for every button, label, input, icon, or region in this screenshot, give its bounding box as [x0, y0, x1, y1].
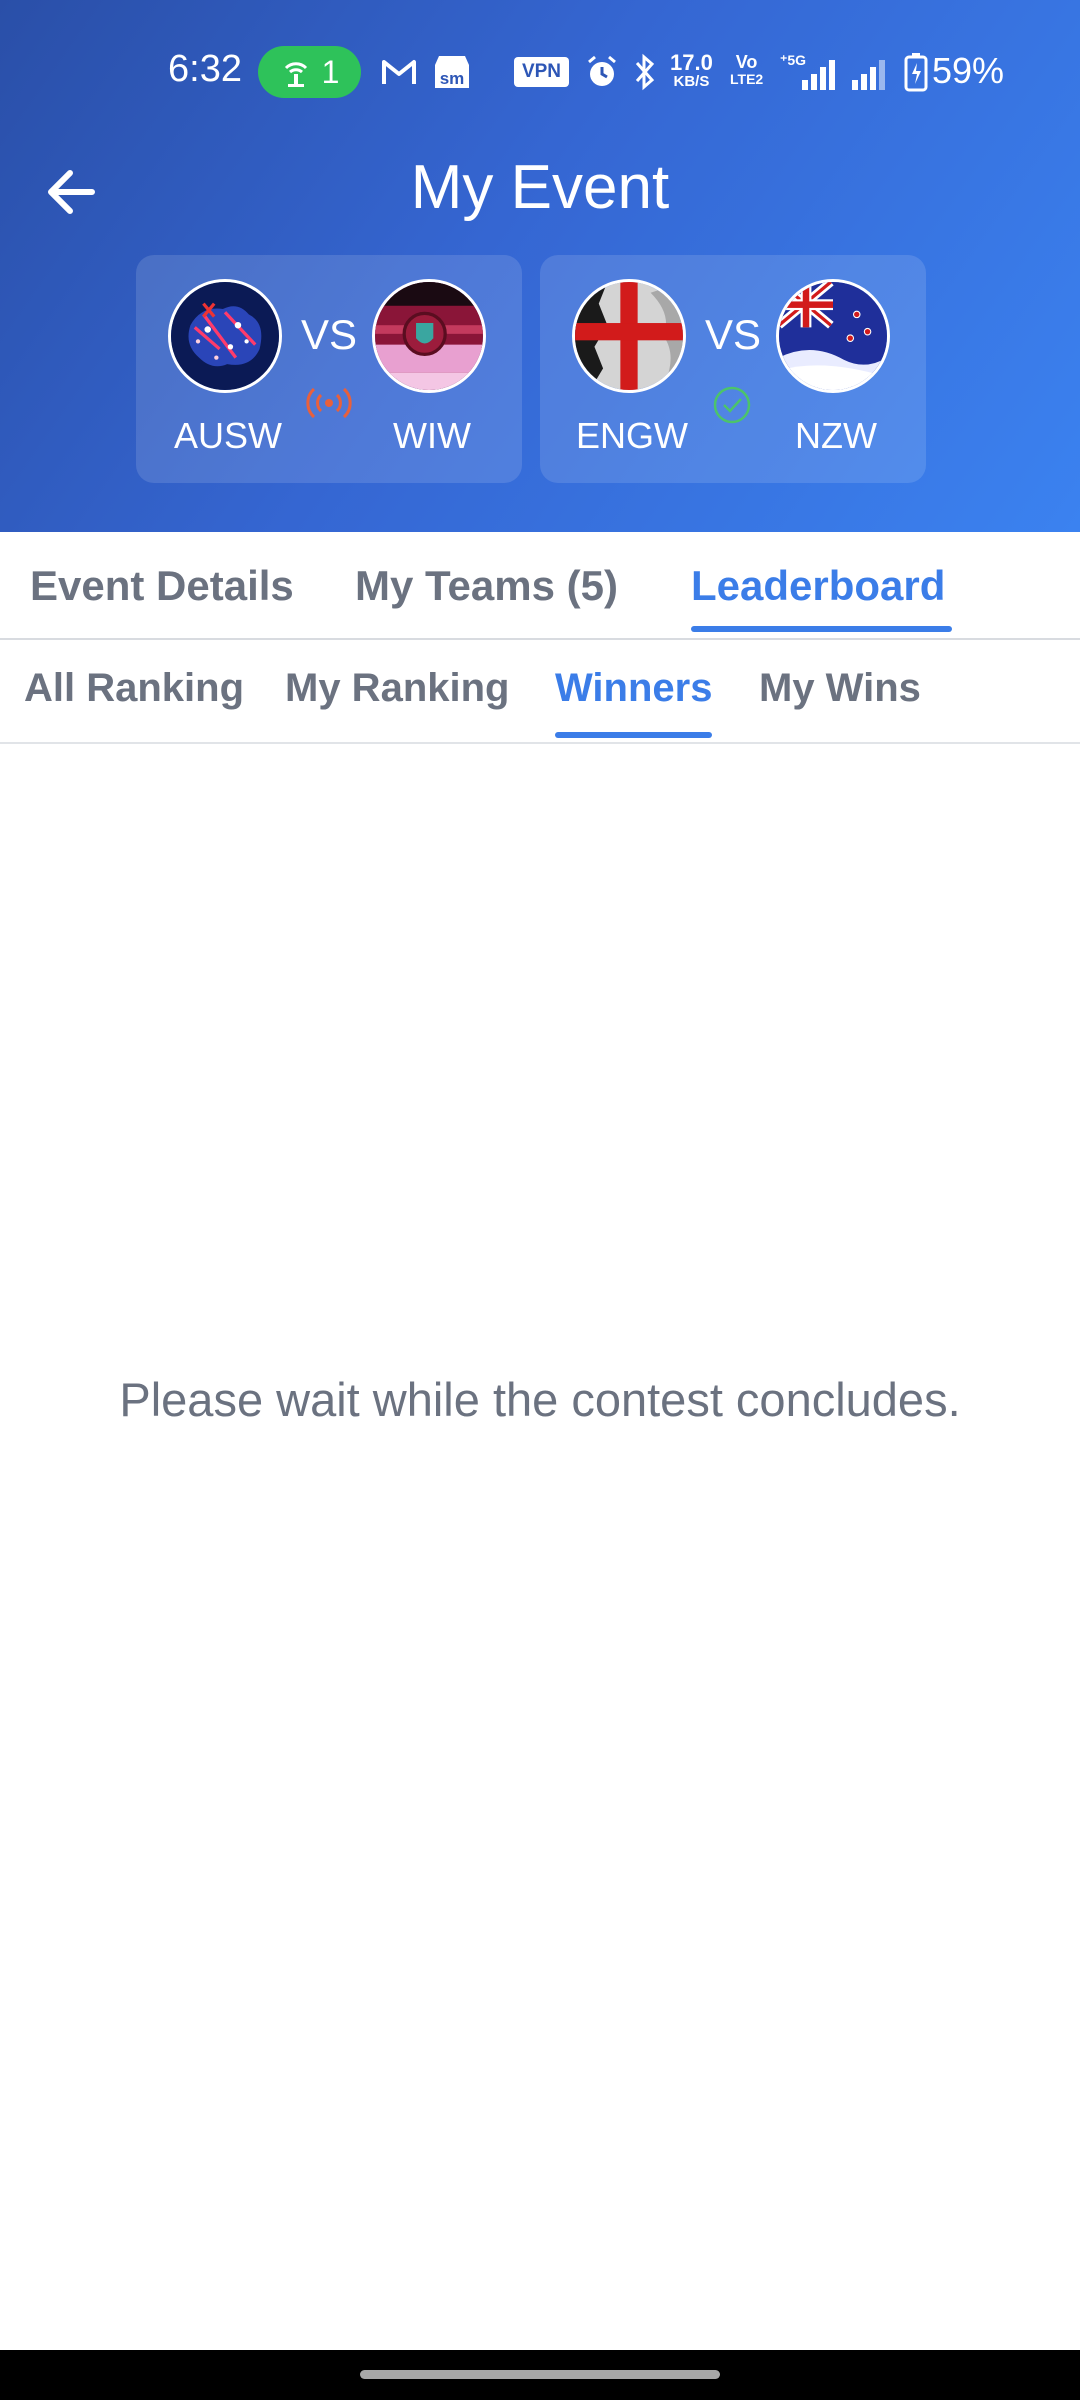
team-name: NZW [795, 415, 877, 456]
store-icon: sm [432, 52, 472, 92]
hotspot-icon [284, 62, 307, 87]
hotspot-count: 1 [321, 53, 340, 90]
west-indies-flag-icon [372, 279, 486, 393]
event-header: 6:32 1 sm VPN 17.0 KB/S Vo LTE2 ⁺5G 59% … [0, 0, 1080, 532]
match-card-eng-vs-nz[interactable]: VS ENGW NZW [540, 255, 926, 483]
team-name: AUSW [174, 415, 282, 456]
speed-value: 17.0 [670, 50, 713, 75]
live-broadcast-icon [303, 383, 355, 428]
tab-my-wins[interactable]: My Wins [759, 666, 921, 711]
svg-text:sm: sm [440, 69, 465, 88]
tab-leaderboard[interactable]: Leaderboard [691, 562, 945, 610]
vs-label: VS [300, 311, 358, 358]
tab-event-details[interactable]: Event Details [30, 562, 294, 610]
match-card-aus-vs-wi[interactable]: VS AUSW WIW [136, 255, 522, 483]
network-speed: 17.0 KB/S [670, 52, 713, 92]
tab-my-ranking[interactable]: My Ranking [285, 666, 509, 711]
team-name: ENGW [576, 415, 688, 456]
active-subtab-indicator [555, 732, 712, 738]
new-zealand-flag-icon [776, 279, 890, 393]
tab-my-teams[interactable]: My Teams (5) [355, 562, 618, 610]
status-time: 6:32 [168, 48, 242, 90]
signal-sim2-icon [850, 52, 896, 92]
hotspot-indicator[interactable]: 1 [258, 46, 361, 98]
empty-state-message: Please wait while the contest concludes. [119, 1373, 961, 1426]
tab-winners[interactable]: Winners [555, 666, 712, 711]
team-name: WIW [393, 415, 471, 456]
tab-all-ranking[interactable]: All Ranking [24, 666, 244, 711]
main-tab-bar: Event Details My Teams (5) Leaderboard [0, 532, 1080, 640]
volte-bottom: LTE2 [730, 71, 764, 87]
vs-label: VS [704, 311, 762, 358]
australia-flag-icon [168, 279, 282, 393]
check-circle-icon [712, 385, 752, 430]
gmail-icon [381, 52, 417, 92]
status-bar: 6:32 1 sm VPN 17.0 KB/S Vo LTE2 ⁺5G 59% [0, 0, 1080, 145]
sub-tab-bar: All Ranking My Ranking Winners My Wins [0, 640, 1080, 744]
battery-percent: 59% [932, 50, 1005, 91]
battery-icon [904, 52, 928, 92]
volte-top: Vo [735, 52, 758, 72]
system-nav-bar [0, 2350, 1080, 2400]
svg-text:⁺5G: ⁺5G [780, 52, 806, 68]
bluetooth-icon [632, 52, 658, 92]
vpn-badge: VPN [514, 57, 569, 87]
volte-indicator: Vo LTE2 [730, 52, 764, 94]
page-title: My Event [410, 153, 670, 222]
active-tab-indicator [691, 626, 952, 632]
alarm-icon [584, 52, 620, 92]
signal-5g-icon: ⁺5G [778, 52, 840, 92]
home-gesture-handle[interactable] [360, 2370, 720, 2379]
england-flag-icon [572, 279, 686, 393]
speed-unit: KB/S [673, 73, 710, 90]
